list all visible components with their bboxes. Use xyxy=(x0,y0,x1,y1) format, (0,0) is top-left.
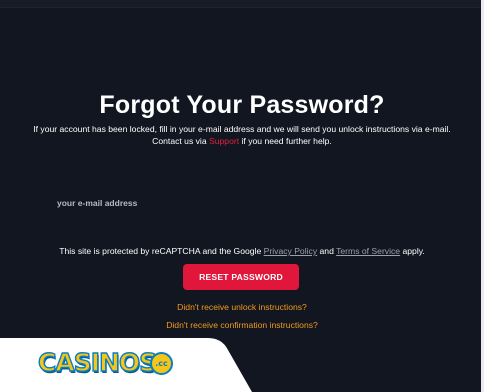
recaptcha-notice: This site is protected by reCAPTCHA and … xyxy=(0,246,484,256)
page-title: Forgot Your Password? xyxy=(99,90,385,119)
info-line-1: If your account has been locked, fill in… xyxy=(33,124,451,134)
confirmation-instructions-link[interactable]: Didn't receive confirmation instructions… xyxy=(0,320,484,330)
terms-of-service-link[interactable]: Terms of Service xyxy=(336,246,400,256)
privacy-policy-link[interactable]: Privacy Policy xyxy=(264,246,317,256)
recaptcha-text-after: apply. xyxy=(400,246,425,256)
info-line-2-before: Contact us via xyxy=(152,136,210,146)
recaptcha-text-before: This site is protected by reCAPTCHA and … xyxy=(59,246,264,256)
info-line-2: Contact us via Support if you need furth… xyxy=(0,135,484,147)
unlock-instructions-link[interactable]: Didn't receive unlock instructions? xyxy=(0,302,484,312)
email-field[interactable] xyxy=(48,193,440,213)
email-field-container xyxy=(48,193,440,213)
casinos-logo: CASINOS xyxy=(37,348,158,377)
support-link[interactable]: Support xyxy=(209,136,239,146)
info-line-2-after: if you need further help. xyxy=(239,136,332,146)
info-text: If your account has been locked, fill in… xyxy=(0,123,484,147)
recaptcha-text-and: and xyxy=(317,246,337,256)
reset-password-button[interactable]: RESET PASSWORD xyxy=(183,264,299,290)
top-bar xyxy=(0,0,484,8)
coin-icon: .cc xyxy=(150,352,173,375)
